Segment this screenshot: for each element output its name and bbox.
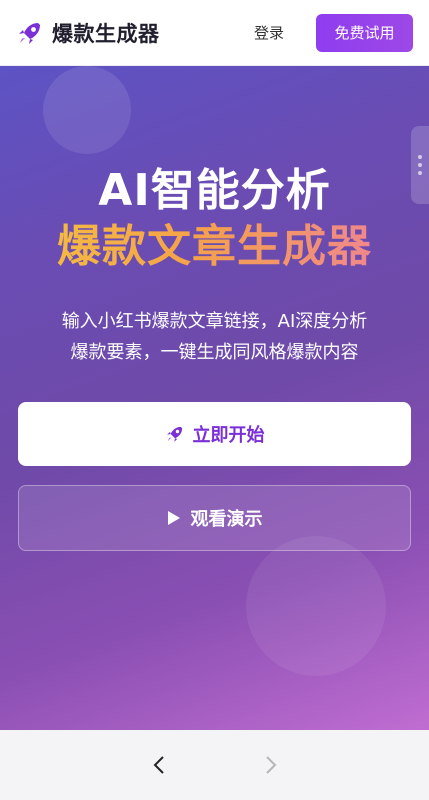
hero-title-highlight: 爆款文章生成器	[0, 210, 429, 274]
top-nav-bar: 爆款生成器 登录 免费试用	[0, 0, 429, 66]
hero-title: AI智能分析	[98, 165, 331, 216]
decorative-circle	[43, 66, 131, 154]
play-icon	[167, 510, 181, 526]
decorative-circle	[246, 536, 386, 676]
rocket-icon	[16, 19, 44, 47]
chevron-right-icon[interactable]	[260, 755, 280, 775]
watch-demo-label: 观看演示	[190, 509, 263, 530]
browser-bottom-bar	[0, 730, 429, 800]
rocket-icon	[165, 424, 185, 444]
hero-subtitle: 输入小红书爆款文章链接，AI深度分析 爆款要素，一键生成同风格爆款内容	[20, 306, 409, 368]
start-now-button[interactable]: 立即开始	[18, 402, 411, 466]
chevron-left-icon[interactable]	[150, 755, 170, 775]
watch-demo-button[interactable]: 观看演示	[18, 485, 411, 551]
hero-section: AI智能分析 爆款文章生成器 输入小红书爆款文章链接，AI深度分析 爆款要素，一…	[0, 66, 429, 730]
app-name: 爆款生成器	[52, 21, 160, 46]
logo[interactable]: 爆款生成器	[16, 18, 160, 48]
free-trial-button[interactable]: 免费试用	[316, 13, 413, 52]
login-link[interactable]: 登录	[246, 16, 292, 49]
subtitle-line: 输入小红书爆款文章链接，AI深度分析	[61, 311, 368, 332]
start-now-label: 立即开始	[192, 425, 265, 446]
subtitle-line: 爆款要素，一键生成同风格爆款内容	[70, 342, 359, 363]
